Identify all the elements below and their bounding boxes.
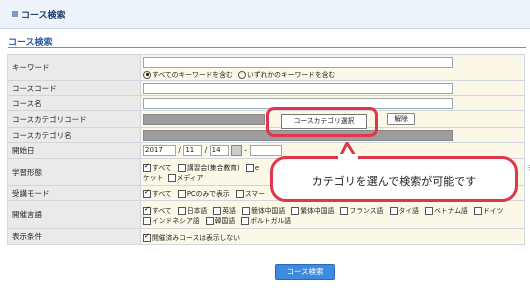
lang-checkbox[interactable]	[143, 205, 151, 215]
learning-form-label: 学習形態	[7, 158, 141, 186]
radio-all-keywords-label: すべてのキーワードを含む	[152, 70, 233, 79]
radio-any-keywords-label: いずれかのキーワードを含む	[247, 70, 336, 79]
start-year-input[interactable]: 2017	[143, 145, 176, 156]
course-code-cell	[140, 80, 525, 96]
row-course-name: コース名	[7, 95, 525, 111]
lang-checkbox[interactable]	[177, 206, 186, 215]
mode-smart-checkbox[interactable]	[235, 190, 244, 198]
start-day-input[interactable]: 14	[209, 145, 229, 156]
hide-finished-label: 開催済みコースは表示しない	[152, 233, 241, 242]
language-label: 開催言語	[7, 200, 141, 229]
learning-e-checkbox[interactable]	[245, 164, 254, 172]
course-name-label: コース名	[7, 95, 141, 111]
learning-seminar-label: 講習会(集合教育)	[186, 164, 240, 172]
category-code-input	[143, 113, 265, 125]
search-form-table: キーワード すべてのキーワードを含む いずれかのキーワードを含む コースコード …	[7, 54, 530, 245]
callout-bubble: カテゴリを選んで検索が可能です	[270, 156, 518, 202]
learning-line2-label: ケット	[143, 174, 164, 182]
keyword-label: キーワード	[7, 54, 141, 81]
display-condition-cell: 開催済みコースは表示しない	[140, 228, 525, 245]
lang-option-label: ドイツ	[483, 206, 504, 215]
lang-option-label: 簡体中国語	[251, 206, 286, 215]
category-code-label: コースカテゴリコード	[7, 110, 141, 128]
lang-checkbox[interactable]	[340, 206, 349, 215]
mode-pc-checkbox[interactable]	[177, 190, 186, 198]
lang-option-label: ポルトガル語	[250, 216, 292, 225]
date-range-separator: -	[244, 145, 248, 155]
learning-seminar-checkbox[interactable]	[177, 164, 186, 172]
row-keyword: キーワード すべてのキーワードを含む いずれかのキーワードを含む	[7, 54, 525, 81]
header-bar: コース検索	[0, 0, 530, 29]
lang-checkbox[interactable]	[241, 216, 250, 225]
lang-checkbox[interactable]	[143, 216, 151, 225]
learning-all-label: すべて	[152, 164, 172, 172]
mode-smart-label: スマー	[244, 190, 266, 198]
hide-finished-checkbox[interactable]	[143, 232, 151, 242]
lang-option-label: 繁体中国語	[300, 206, 335, 215]
lang-checkbox[interactable]	[474, 206, 483, 215]
radio-any-keywords[interactable]	[238, 70, 246, 79]
header-title: コース検索	[21, 11, 66, 21]
mode-pc-label: PCのみで表示	[186, 190, 230, 198]
date-separator: /	[178, 145, 181, 155]
lang-option-label: ベトナム語	[434, 206, 468, 215]
category-select-button[interactable]: コースカテゴリ選択	[281, 114, 367, 129]
category-name-label: コースカテゴリ名	[7, 127, 141, 143]
learning-media-label: メディア	[176, 174, 204, 182]
lang-option-label: 日本語	[186, 206, 208, 215]
course-code-label: コースコード	[7, 80, 141, 96]
callout-text: カテゴリを選んで検索が可能です	[311, 175, 477, 188]
learning-media-checkbox[interactable]	[167, 174, 176, 182]
lang-option-label: 韓国語	[214, 216, 236, 225]
start-date-label: 開始日	[7, 142, 141, 159]
row-course-code: コースコード	[7, 80, 525, 96]
keyword-cell: すべてのキーワードを含む いずれかのキーワードを含む	[140, 54, 525, 81]
category-clear-button[interactable]: 解除	[387, 113, 415, 125]
end-year-input[interactable]	[249, 145, 282, 156]
lang-checkbox[interactable]	[242, 206, 251, 215]
header-marker-icon	[12, 11, 18, 17]
mode-all-checkbox[interactable]	[143, 188, 151, 198]
lang-checkbox[interactable]	[389, 206, 398, 215]
date-separator: /	[204, 145, 208, 155]
radio-all-keywords[interactable]	[143, 70, 151, 79]
lang-checkbox[interactable]	[205, 216, 214, 225]
lang-checkbox[interactable]	[425, 206, 434, 215]
callout-tail-mask	[338, 154, 358, 160]
calendar-icon[interactable]	[231, 145, 243, 156]
start-month-input[interactable]: 11	[183, 145, 203, 156]
lang-option-label: フランス語	[349, 206, 384, 215]
row-language: 開催言語 すべて 日本語 英語 簡体中国語 繁体中国語 フランス語 タイ語 ベト…	[7, 200, 525, 229]
course-search-button[interactable]: コース検索	[275, 264, 335, 280]
display-condition-label: 表示条件	[7, 228, 141, 245]
course-code-input[interactable]	[143, 82, 453, 94]
keyword-input[interactable]	[143, 56, 453, 68]
lang-checkbox[interactable]	[291, 206, 300, 215]
language-cell: すべて 日本語 英語 簡体中国語 繁体中国語 フランス語 タイ語 ベトナム語 ド…	[140, 200, 525, 229]
row-display-condition: 表示条件 開催済みコースは表示しない	[7, 228, 525, 245]
lang-option-label: インドネシア語	[152, 216, 200, 225]
lang-option-label: タイ語	[398, 206, 419, 215]
section-divider	[8, 47, 526, 48]
learning-all-checkbox[interactable]	[143, 162, 151, 172]
lang-checkbox[interactable]	[213, 206, 222, 215]
mode-all-label: すべて	[152, 190, 172, 198]
lang-option-label: 英語	[222, 206, 236, 215]
learning-e-label: e	[254, 164, 260, 172]
lang-option-label: すべて	[152, 206, 172, 215]
attendance-mode-label: 受講モード	[7, 185, 141, 201]
